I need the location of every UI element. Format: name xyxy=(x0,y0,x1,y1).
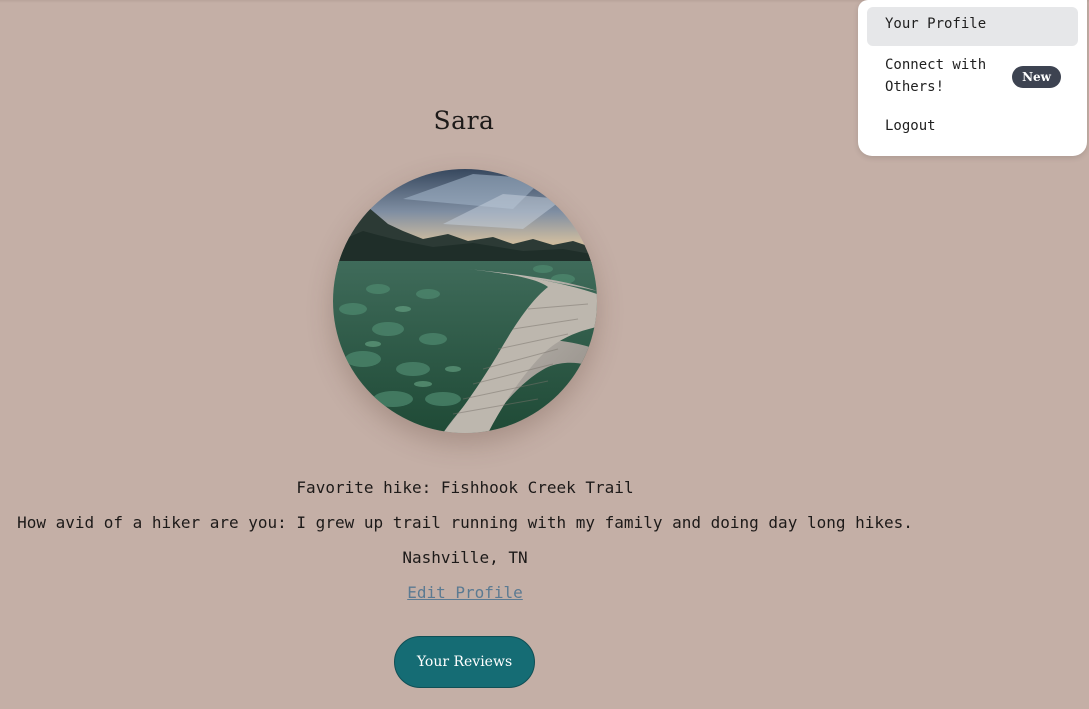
location-text: Nashville, TN xyxy=(402,548,528,567)
menu-item-label: Connect with Others! xyxy=(885,57,987,95)
edit-profile-link[interactable]: Edit Profile xyxy=(0,583,930,602)
favorite-hike-text: Favorite hike: Fishhook Creek Trail xyxy=(296,478,634,497)
hiker-experience-text: How avid of a hiker are you: I grew up t… xyxy=(17,513,913,532)
profile-dropdown-menu: Your Profile Connect with Others! New Lo… xyxy=(858,0,1087,156)
menu-item-logout[interactable]: Logout xyxy=(867,114,1078,140)
menu-item-label: Your Profile xyxy=(885,16,987,32)
menu-item-label: Logout xyxy=(885,118,936,134)
profile-name: Sara xyxy=(433,106,495,135)
profile-picture xyxy=(333,169,597,433)
your-reviews-button[interactable]: Your Reviews xyxy=(394,636,535,688)
new-badge: New xyxy=(1012,66,1061,88)
menu-item-your-profile[interactable]: Your Profile xyxy=(867,7,1078,46)
menu-item-connect[interactable]: Connect with Others! New xyxy=(867,54,1078,100)
